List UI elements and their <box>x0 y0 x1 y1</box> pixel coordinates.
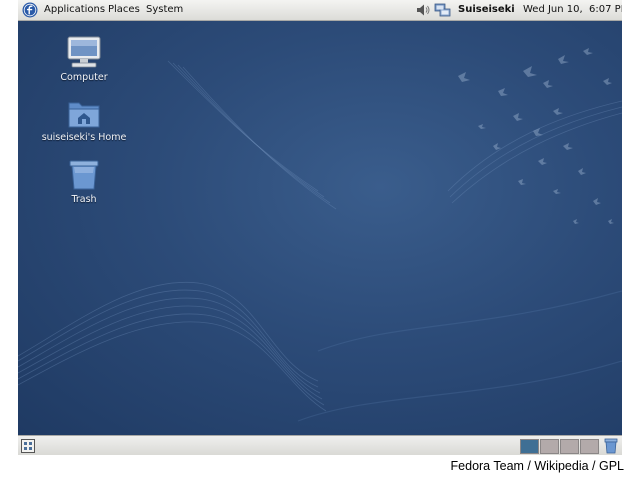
trash-icon <box>69 160 99 190</box>
workspace-3[interactable] <box>560 439 579 454</box>
bottom-panel <box>18 435 622 455</box>
desktop-icon-label: Trash <box>71 194 97 205</box>
wallpaper-swirls <box>18 48 622 422</box>
desktop-icon-label: suiseiseki's Home <box>41 132 127 143</box>
menu-system[interactable]: System <box>146 4 183 16</box>
workspace-4[interactable] <box>580 439 599 454</box>
computer-icon <box>67 36 101 68</box>
desktop-icon-home[interactable]: suiseiseki's Home <box>29 99 139 143</box>
user-name[interactable]: Suiseiseki <box>458 4 515 16</box>
network-icon[interactable] <box>434 2 452 18</box>
desktop-icon-computer[interactable]: Computer <box>29 35 139 83</box>
top-panel: Applications Places System Suiseiseki We… <box>18 0 622 21</box>
menu-places[interactable]: Places <box>108 4 140 16</box>
desktop-icon-trash[interactable]: Trash <box>29 159 139 205</box>
desktop-icon-label: Computer <box>60 72 108 83</box>
bird-flock <box>458 48 614 224</box>
menu-applications[interactable]: Applications <box>44 4 105 16</box>
fedora-logo-icon[interactable] <box>22 2 38 18</box>
image-credit: Fedora Team / Wikipedia / GPL <box>450 459 624 473</box>
home-folder-icon <box>68 102 100 128</box>
volume-icon[interactable] <box>416 3 432 17</box>
clock[interactable]: Wed Jun 10, 6:07 PM <box>523 4 622 16</box>
workspace-1[interactable] <box>520 439 539 454</box>
gnome-screen: Applications Places System Suiseiseki We… <box>18 0 622 455</box>
workspace-2[interactable] <box>540 439 559 454</box>
desktop-background: Computer suiseiseki's Home Trash <box>18 21 622 435</box>
show-desktop-icon[interactable] <box>21 439 35 453</box>
trash-applet-icon[interactable] <box>604 438 618 454</box>
